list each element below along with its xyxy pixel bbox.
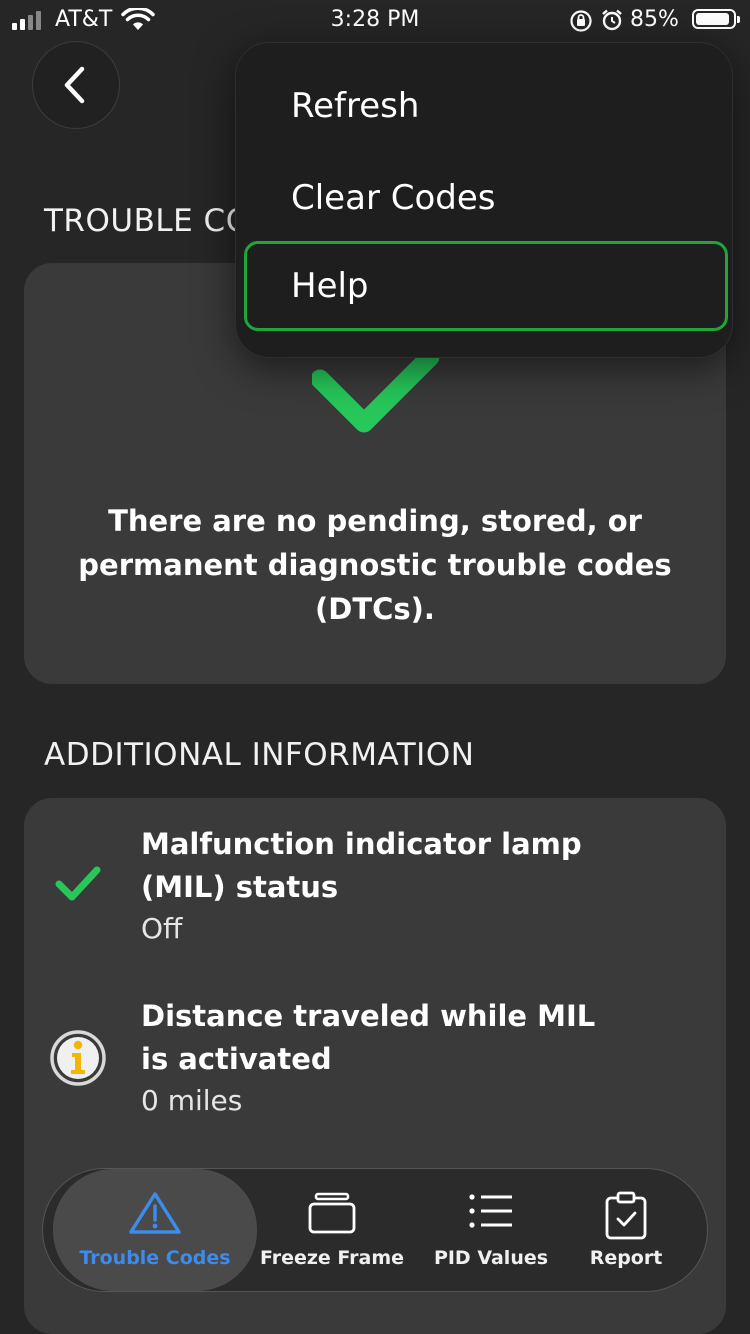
menu-item-help[interactable]: Help [244,241,728,331]
tab-trouble-codes[interactable]: Trouble Codes [53,1169,257,1291]
tab-label: Trouble Codes [79,1247,231,1269]
tab-report[interactable]: Report [573,1169,679,1291]
green-check-icon [55,866,101,901]
rotation-lock-icon [569,9,593,39]
info-item-title: Malfunction indicator lamp (MIL) status [141,827,582,904]
tab-label: Report [589,1247,663,1269]
info-icon [50,1030,106,1086]
chevron-left-icon [64,66,85,104]
battery-icon [692,9,740,29]
status-bar: AT&T 3:28 PM 85% [0,0,750,40]
battery-percent: 85% [630,7,679,32]
list-icon [469,1194,512,1228]
additional-info-section-title: ADDITIONAL INFORMATION [44,737,475,773]
clipboard-check-icon [605,1191,647,1240]
info-item-mil-status: Malfunction indicator lamp (MIL) status … [24,798,726,968]
tab-label: Freeze Frame [259,1247,405,1269]
info-item-mil-distance: Distance traveled while MIL is activated… [24,970,726,1140]
menu-item-refresh[interactable]: Refresh [236,61,734,151]
large-check-icon [312,353,440,433]
stacked-frames-icon [308,1192,356,1234]
dtc-status-message: There are no pending, stored, or permane… [78,504,672,626]
bottom-tab-bar: Trouble Codes Freeze Frame PID Values Re… [42,1168,708,1292]
tab-pid-values[interactable]: PID Values [423,1169,559,1291]
info-item-value: Off [141,912,183,945]
overflow-menu: Refresh Clear Codes Help [235,42,733,358]
trouble-codes-section-title: TROUBLE CO [44,203,251,239]
tab-label: PID Values [433,1247,549,1269]
warning-triangle-icon [129,1192,181,1234]
alarm-icon [600,8,624,38]
info-item-title: Distance traveled while MIL is activated [141,999,596,1076]
menu-item-clear-codes[interactable]: Clear Codes [236,153,734,243]
back-button[interactable] [32,41,120,129]
info-item-value: 0 miles [141,1084,243,1117]
tab-freeze-frame[interactable]: Freeze Frame [257,1169,407,1291]
